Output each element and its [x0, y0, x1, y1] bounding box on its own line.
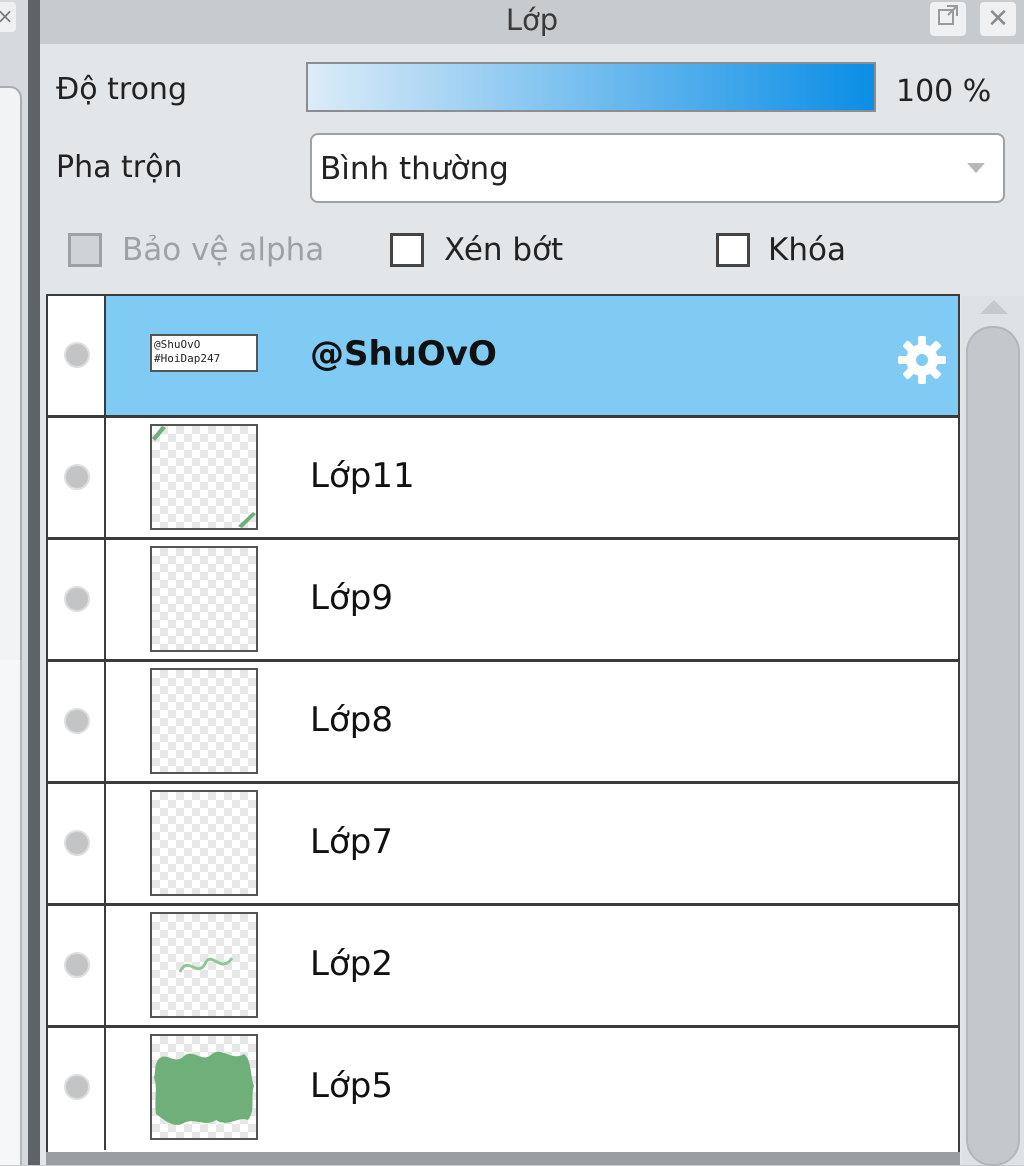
scroll-up-icon[interactable]: [980, 300, 1008, 314]
left-close-icon[interactable]: ×: [0, 2, 16, 32]
layer-name: Lớp11: [310, 456, 415, 496]
layer-name: Lớp7: [310, 822, 393, 862]
layer-name: Lớp5: [310, 1066, 393, 1106]
opacity-slider-fill: [308, 64, 874, 110]
layer-thumbnail: [150, 668, 258, 774]
visibility-cell[interactable]: [48, 784, 106, 903]
layer-thumbnail: [150, 424, 258, 530]
scrollbar-thumb[interactable]: [966, 326, 1020, 1166]
dropdown-arrow-icon: [967, 163, 985, 173]
visibility-dot-icon[interactable]: [64, 830, 90, 856]
layer-thumbnail: [150, 790, 258, 896]
layer-name: Lớp8: [310, 700, 393, 740]
float-window-icon[interactable]: [930, 2, 966, 36]
visibility-cell[interactable]: [48, 906, 106, 1025]
visibility-dot-icon[interactable]: [64, 952, 90, 978]
blend-mode-select[interactable]: Bình thường: [310, 133, 1005, 203]
layer-name: Lớp2: [310, 944, 393, 984]
panel-titlebar: Lớp ✕: [40, 0, 1024, 44]
clip-checkbox[interactable]: [390, 233, 424, 267]
lock-label: Khóa: [768, 232, 846, 268]
layers-panel: Lớp ✕ Độ trong 100 % Pha trộn Bình thườn…: [40, 0, 1024, 1166]
layer-row[interactable]: Lớp9: [48, 540, 958, 662]
layer-list: @ShuOvO #HoiDap247 @ShuOvO Lớp11 Lớp9 Lớ…: [46, 294, 960, 1154]
visibility-dot-icon[interactable]: [64, 586, 90, 612]
layer-thumbnail: [150, 1034, 258, 1140]
layer-thumbnail: @ShuOvO #HoiDap247: [150, 334, 258, 372]
blend-mode-value: Bình thường: [320, 151, 509, 187]
layer-name: Lớp9: [310, 578, 393, 618]
opacity-slider[interactable]: [306, 62, 876, 112]
panel-splitter[interactable]: [28, 0, 40, 1165]
list-bottom-edge: [46, 1152, 960, 1165]
visibility-cell[interactable]: [48, 662, 106, 781]
visibility-cell[interactable]: [48, 418, 106, 537]
left-panel-edge: ×: [0, 0, 28, 1165]
layer-row[interactable]: Lớp5: [48, 1028, 958, 1150]
clip-label: Xén bớt: [444, 232, 564, 268]
layer-row[interactable]: Lớp8: [48, 662, 958, 784]
layer-row[interactable]: Lớp2: [48, 906, 958, 1028]
left-panel-lower: [0, 660, 22, 1165]
layer-thumbnail: [150, 912, 258, 1018]
layer-row[interactable]: Lớp7: [48, 784, 958, 906]
layer-row[interactable]: @ShuOvO #HoiDap247 @ShuOvO: [48, 296, 958, 418]
lock-checkbox[interactable]: [716, 233, 750, 267]
protect-alpha-checkbox[interactable]: [68, 233, 102, 267]
visibility-dot-icon[interactable]: [64, 464, 90, 490]
visibility-cell[interactable]: [48, 540, 106, 659]
layer-name: @ShuOvO: [310, 334, 497, 374]
visibility-dot-icon[interactable]: [64, 1074, 90, 1100]
blend-label: Pha trộn: [56, 150, 183, 185]
panel-title: Lớp: [505, 3, 559, 37]
visibility-cell[interactable]: [48, 1028, 106, 1150]
visibility-dot-icon[interactable]: [64, 342, 90, 368]
left-panel-content: [0, 86, 22, 670]
opacity-label: Độ trong: [56, 72, 187, 107]
layer-row[interactable]: Lớp11: [48, 418, 958, 540]
visibility-cell[interactable]: [48, 296, 106, 415]
gear-icon[interactable]: [894, 332, 950, 392]
visibility-dot-icon[interactable]: [64, 708, 90, 734]
layer-scrollbar[interactable]: [962, 296, 1024, 1166]
layer-thumbnail: [150, 546, 258, 652]
opacity-value: 100 %: [896, 74, 992, 109]
close-icon[interactable]: ✕: [980, 2, 1016, 36]
protect-alpha-label: Bảo vệ alpha: [122, 232, 325, 268]
